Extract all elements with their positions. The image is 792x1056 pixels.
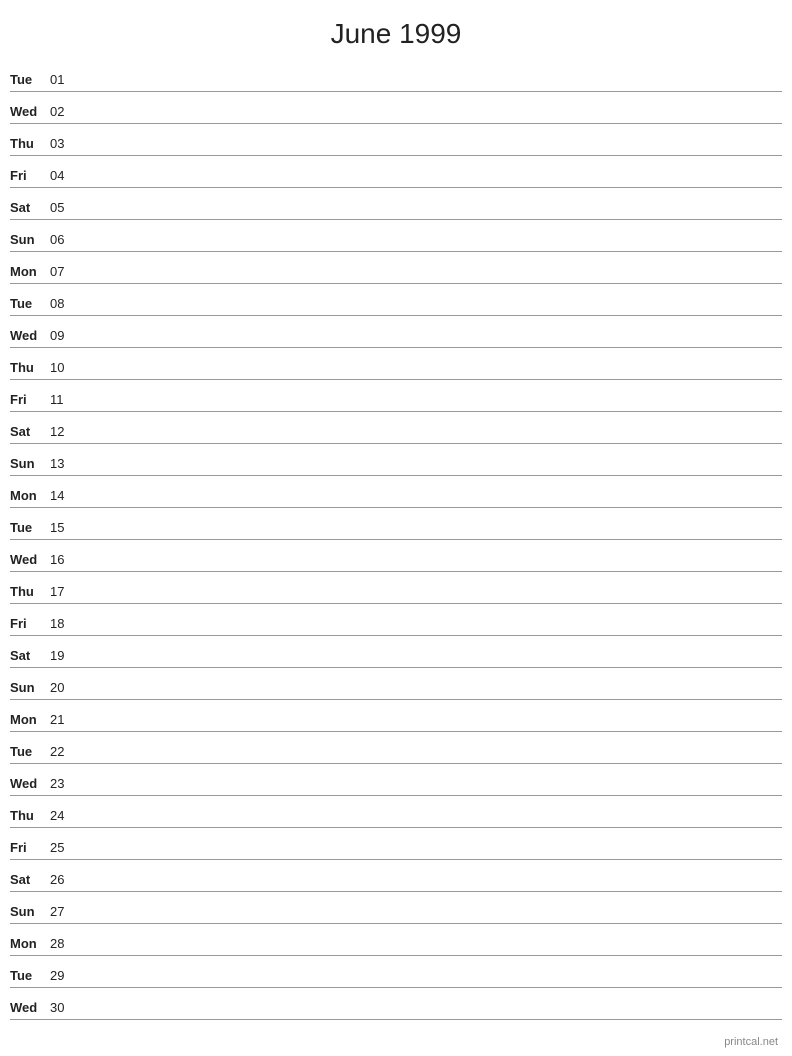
date-number: 26 (50, 872, 80, 889)
calendar-row: Wed09 (10, 316, 782, 348)
calendar-row: Thu10 (10, 348, 782, 380)
calendar-row: Mon21 (10, 700, 782, 732)
date-number: 30 (50, 1000, 80, 1017)
day-label: Sat (10, 648, 50, 665)
calendar-row: Wed16 (10, 540, 782, 572)
day-label: Sat (10, 872, 50, 889)
page-title: June 1999 (0, 0, 792, 60)
calendar-row: Sat26 (10, 860, 782, 892)
date-number: 11 (50, 392, 80, 409)
day-label: Tue (10, 968, 50, 985)
calendar-row: Fri25 (10, 828, 782, 860)
day-label: Sat (10, 200, 50, 217)
date-number: 29 (50, 968, 80, 985)
date-number: 28 (50, 936, 80, 953)
day-label: Sat (10, 424, 50, 441)
date-number: 17 (50, 584, 80, 601)
date-number: 10 (50, 360, 80, 377)
day-label: Wed (10, 1000, 50, 1017)
day-label: Tue (10, 520, 50, 537)
day-label: Fri (10, 840, 50, 857)
date-number: 04 (50, 168, 80, 185)
calendar-row: Mon28 (10, 924, 782, 956)
calendar-row: Tue15 (10, 508, 782, 540)
date-number: 08 (50, 296, 80, 313)
calendar-row: Wed23 (10, 764, 782, 796)
calendar-row: Sun13 (10, 444, 782, 476)
day-label: Sun (10, 232, 50, 249)
date-number: 20 (50, 680, 80, 697)
day-label: Wed (10, 328, 50, 345)
date-number: 23 (50, 776, 80, 793)
calendar-container: Tue01Wed02Thu03Fri04Sat05Sun06Mon07Tue08… (0, 60, 792, 1020)
date-number: 25 (50, 840, 80, 857)
day-label: Sun (10, 456, 50, 473)
date-number: 02 (50, 104, 80, 121)
date-number: 14 (50, 488, 80, 505)
date-number: 22 (50, 744, 80, 761)
date-number: 12 (50, 424, 80, 441)
calendar-row: Tue22 (10, 732, 782, 764)
date-number: 24 (50, 808, 80, 825)
footer-credit: printcal.net (724, 1036, 778, 1048)
day-label: Sun (10, 680, 50, 697)
calendar-row: Thu03 (10, 124, 782, 156)
calendar-row: Sun20 (10, 668, 782, 700)
calendar-row: Tue29 (10, 956, 782, 988)
date-number: 18 (50, 616, 80, 633)
calendar-row: Sat19 (10, 636, 782, 668)
date-number: 15 (50, 520, 80, 537)
calendar-row: Tue08 (10, 284, 782, 316)
calendar-row: Wed30 (10, 988, 782, 1020)
day-label: Thu (10, 584, 50, 601)
day-label: Thu (10, 360, 50, 377)
calendar-row: Fri11 (10, 380, 782, 412)
calendar-row: Tue01 (10, 60, 782, 92)
date-number: 21 (50, 712, 80, 729)
day-label: Fri (10, 168, 50, 185)
day-label: Tue (10, 72, 50, 89)
date-number: 07 (50, 264, 80, 281)
day-label: Mon (10, 712, 50, 729)
date-number: 03 (50, 136, 80, 153)
calendar-row: Mon14 (10, 476, 782, 508)
day-label: Tue (10, 744, 50, 761)
date-number: 19 (50, 648, 80, 665)
date-number: 06 (50, 232, 80, 249)
calendar-row: Wed02 (10, 92, 782, 124)
date-number: 01 (50, 72, 80, 89)
calendar-row: Sat12 (10, 412, 782, 444)
day-label: Wed (10, 104, 50, 121)
date-number: 09 (50, 328, 80, 345)
day-label: Wed (10, 776, 50, 793)
calendar-row: Sun27 (10, 892, 782, 924)
day-label: Mon (10, 488, 50, 505)
day-label: Mon (10, 936, 50, 953)
calendar-row: Thu17 (10, 572, 782, 604)
date-number: 16 (50, 552, 80, 569)
calendar-row: Sun06 (10, 220, 782, 252)
day-label: Sun (10, 904, 50, 921)
day-label: Thu (10, 136, 50, 153)
calendar-row: Fri18 (10, 604, 782, 636)
day-label: Fri (10, 392, 50, 409)
calendar-row: Thu24 (10, 796, 782, 828)
day-label: Thu (10, 808, 50, 825)
day-label: Fri (10, 616, 50, 633)
calendar-row: Sat05 (10, 188, 782, 220)
calendar-row: Mon07 (10, 252, 782, 284)
day-label: Wed (10, 552, 50, 569)
date-number: 13 (50, 456, 80, 473)
day-label: Tue (10, 296, 50, 313)
date-number: 05 (50, 200, 80, 217)
calendar-row: Fri04 (10, 156, 782, 188)
day-label: Mon (10, 264, 50, 281)
date-number: 27 (50, 904, 80, 921)
